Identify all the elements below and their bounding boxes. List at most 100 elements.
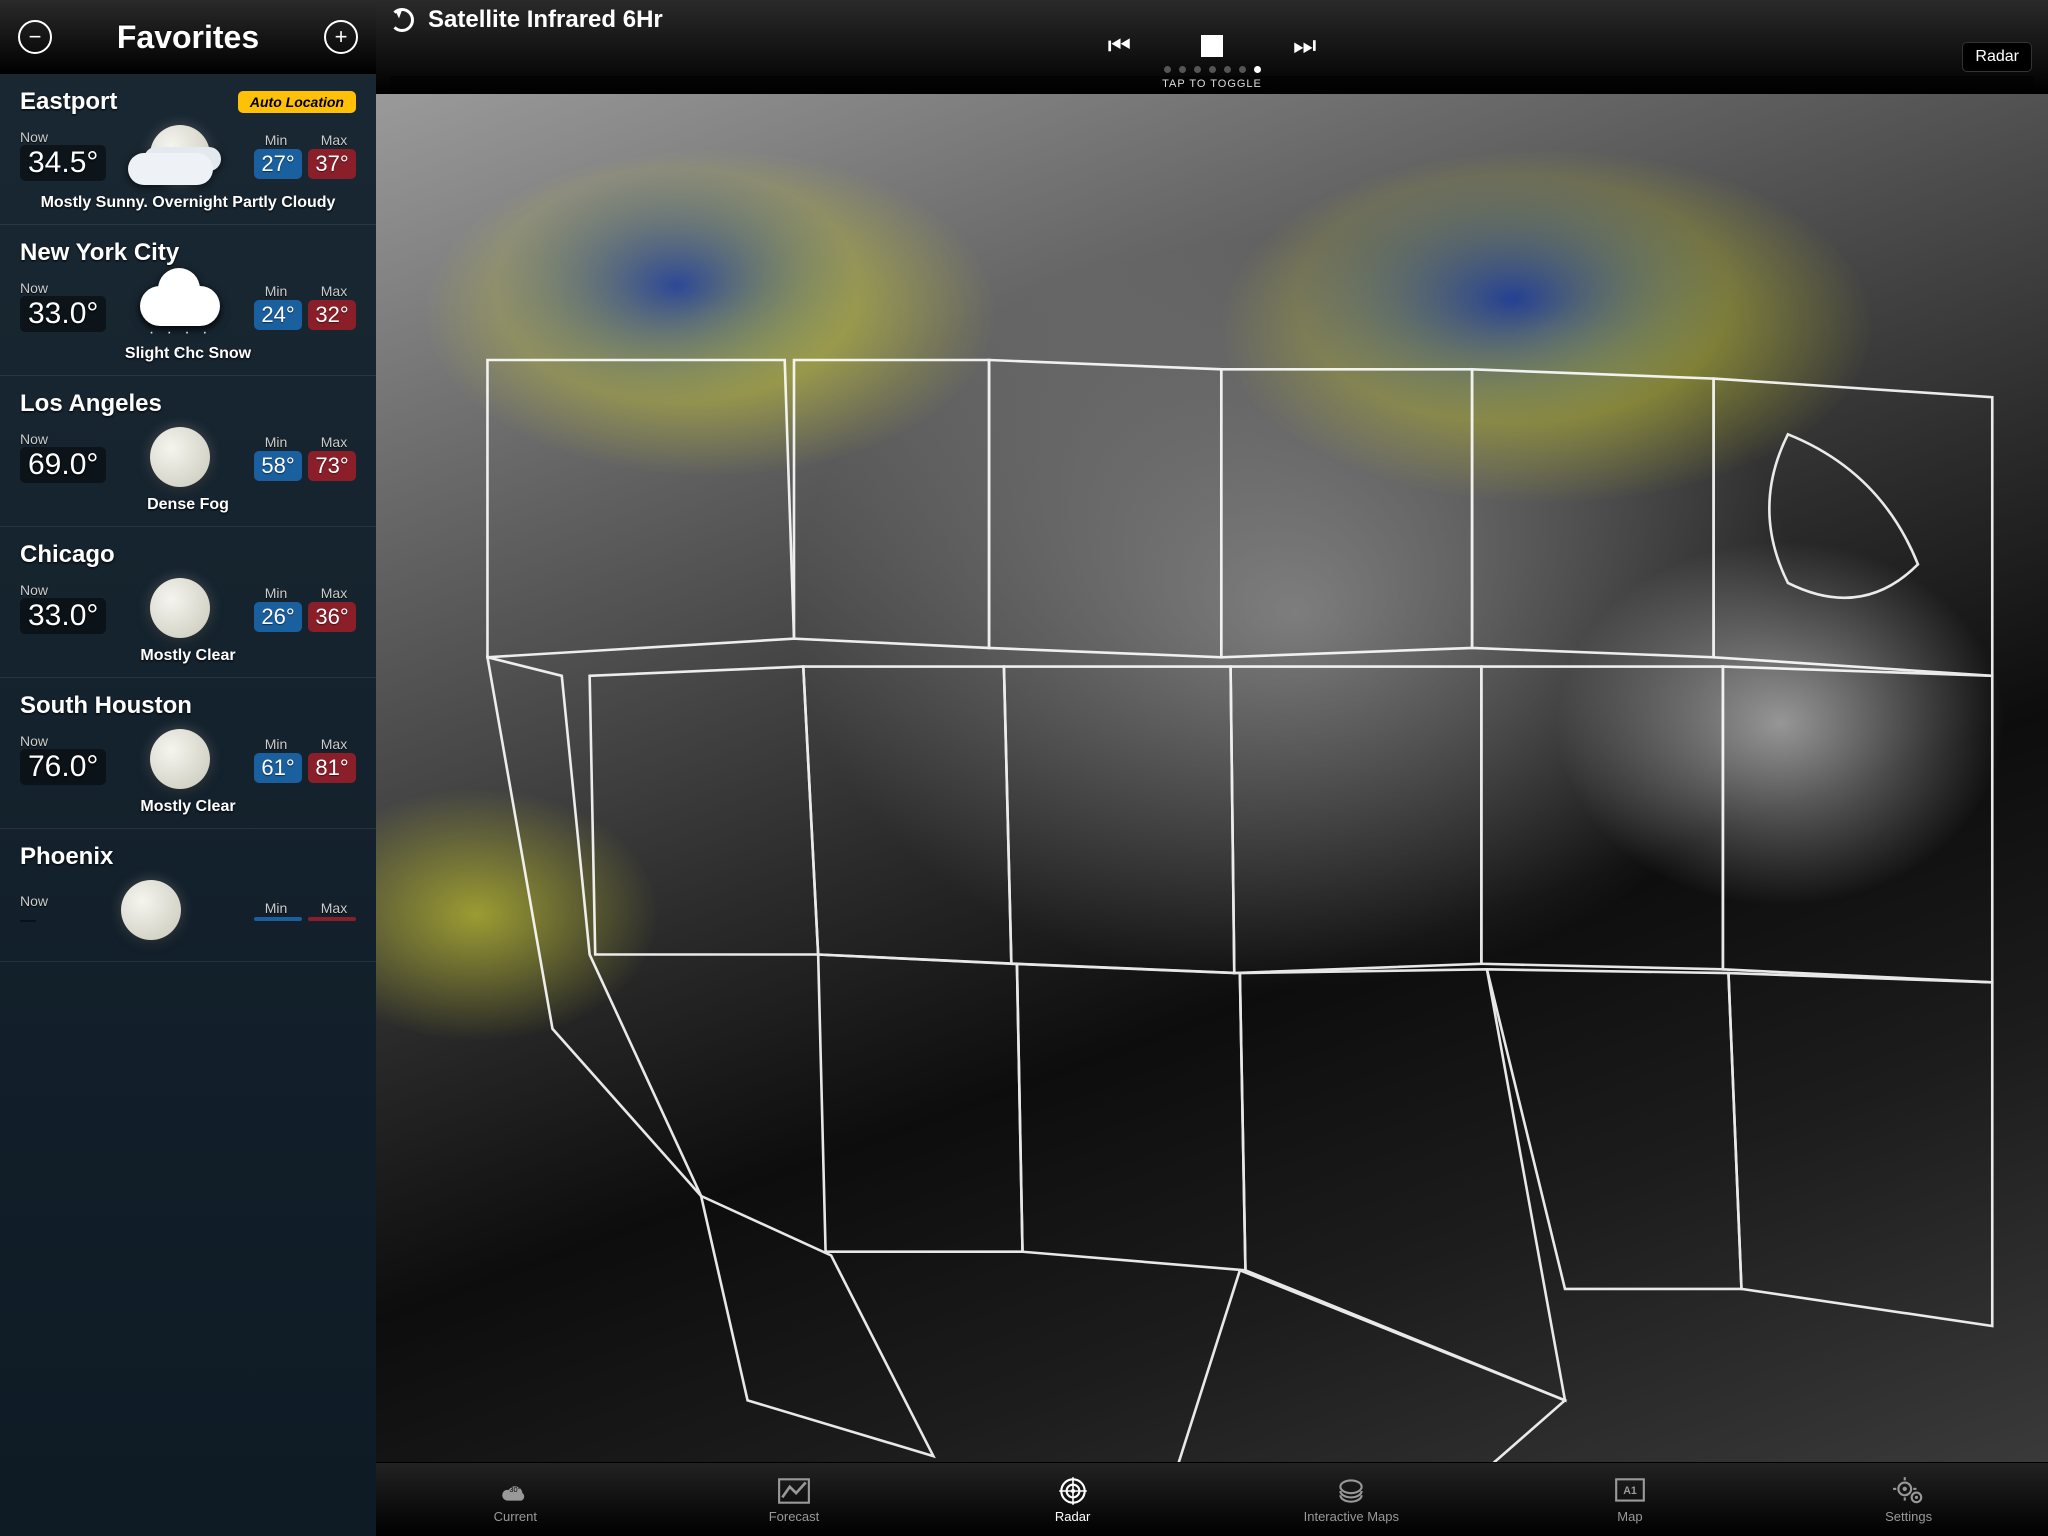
tab-radar[interactable]: Radar: [1013, 1476, 1133, 1524]
favorite-item[interactable]: Eastport Auto Location Now 34.5° Min Max …: [0, 74, 376, 225]
min-label: Min: [254, 900, 298, 916]
radar-topbar: Satellite Infrared 6Hr ⏮ ⏭ TAP TO TOGGLE: [376, 0, 2048, 94]
refresh-icon[interactable]: [390, 8, 414, 32]
now-temp: 34.5°: [20, 145, 106, 181]
cloud-temp-icon: 30°: [498, 1476, 532, 1506]
now-temp: 69.0°: [20, 447, 106, 483]
tab-label: Radar: [1055, 1509, 1090, 1524]
map-a1-icon: A1: [1613, 1476, 1647, 1506]
min-temp: [254, 917, 302, 921]
now-temp: 76.0°: [20, 749, 106, 785]
max-label: Max: [312, 900, 356, 916]
tab-label: Interactive Maps: [1304, 1509, 1399, 1524]
min-label: Min: [254, 132, 298, 148]
weather-icon: [133, 120, 228, 190]
gears-icon: [1892, 1476, 1926, 1506]
max-label: Max: [312, 585, 356, 601]
favorite-item[interactable]: Chicago Now 33.0° MinMax 26° 36° Mostly …: [0, 527, 376, 678]
location-name: Phoenix: [20, 843, 113, 871]
max-temp: 36°: [308, 602, 356, 632]
min-temp: 58°: [254, 451, 302, 481]
min-temp: 61°: [254, 753, 302, 783]
now-temp: 33.0°: [20, 296, 106, 332]
sidebar-header: Favorites: [0, 0, 376, 74]
now-label: Now: [20, 280, 106, 296]
location-name: South Houston: [20, 692, 192, 720]
now-temp: [20, 920, 36, 922]
now-block: Now 69.0°: [20, 431, 106, 483]
tab-interactive[interactable]: Interactive Maps: [1291, 1476, 1411, 1524]
add-favorite-button[interactable]: [324, 20, 358, 54]
now-label: Now: [20, 582, 106, 598]
globe-layers-icon: [1334, 1476, 1368, 1506]
satellite-map[interactable]: [376, 94, 2048, 1462]
location-name: Eastport: [20, 88, 117, 116]
max-temp: 37°: [308, 149, 356, 179]
favorite-item[interactable]: Phoenix Now Min Max: [0, 829, 376, 962]
playback-controls: ⏮ ⏭: [390, 30, 2034, 62]
weather-icon: [133, 724, 228, 794]
frame-dot[interactable]: [1194, 66, 1201, 73]
now-label: Now: [20, 431, 106, 447]
frame-dot[interactable]: [1224, 66, 1231, 73]
main-panel: Satellite Infrared 6Hr ⏮ ⏭ TAP TO TOGGLE…: [376, 0, 2048, 1536]
favorite-item[interactable]: New York City Now 33.0° MinMax 24° 32° S…: [0, 225, 376, 376]
tap-toggle-label[interactable]: TAP TO TOGGLE: [390, 76, 2034, 92]
tab-label: Map: [1617, 1509, 1642, 1524]
minmax-block: Min Max 27° 37°: [254, 132, 356, 179]
min-label: Min: [254, 585, 298, 601]
radar-title: Satellite Infrared 6Hr: [428, 6, 663, 34]
now-block: Now 33.0°: [20, 582, 106, 634]
now-temp: 33.0°: [20, 598, 106, 634]
next-frame-button[interactable]: ⏭: [1293, 30, 1316, 62]
favorite-item[interactable]: Los Angeles Now 69.0° MinMax 58° 73° Den…: [0, 376, 376, 527]
frame-dot[interactable]: [1209, 66, 1216, 73]
now-block: Now: [20, 893, 48, 927]
sidebar-title: Favorites: [117, 19, 259, 56]
tab-settings[interactable]: Settings: [1849, 1476, 1969, 1524]
radar-mode-button[interactable]: Radar: [1962, 42, 2032, 72]
max-temp: 32°: [308, 300, 356, 330]
min-temp: 27°: [254, 149, 302, 179]
tab-label: Forecast: [769, 1509, 820, 1524]
weather-icon: [133, 271, 228, 341]
min-label: Min: [254, 434, 298, 450]
location-name: New York City: [20, 239, 179, 267]
frame-dot[interactable]: [1239, 66, 1246, 73]
prev-frame-button[interactable]: ⏮: [1108, 30, 1131, 62]
frame-dot[interactable]: [1179, 66, 1186, 73]
max-label: Max: [312, 434, 356, 450]
tab-current[interactable]: 30° Current: [455, 1476, 575, 1524]
minmax-block: MinMax 24° 32°: [254, 283, 356, 330]
max-label: Max: [312, 132, 356, 148]
min-temp: 26°: [254, 602, 302, 632]
minmax-block: MinMax 58° 73°: [254, 434, 356, 481]
svg-text:30°: 30°: [510, 1485, 521, 1494]
max-temp: [308, 917, 356, 921]
favorites-list: Eastport Auto Location Now 34.5° MinMax …: [0, 74, 376, 1536]
favorite-item[interactable]: South Houston Now 76.0° MinMax 61° 81° M…: [0, 678, 376, 829]
weather-description: Mostly Clear: [20, 798, 356, 816]
svg-text:A1: A1: [1623, 1485, 1637, 1497]
now-label: Now: [20, 893, 48, 909]
tab-map[interactable]: A1 Map: [1570, 1476, 1690, 1524]
now-block: Now 33.0°: [20, 280, 106, 332]
minmax-block: Min Max 26° 36°: [254, 585, 356, 632]
frame-dot[interactable]: [1254, 66, 1261, 73]
remove-favorite-button[interactable]: [18, 20, 52, 54]
now-block: Now 76.0°: [20, 733, 106, 785]
now-label: Now: [20, 733, 106, 749]
max-temp: 81°: [308, 753, 356, 783]
state-borders-overlay: [376, 94, 2048, 1462]
frame-dot[interactable]: [1164, 66, 1171, 73]
minmax-block: MinMax 61° 81°: [254, 736, 356, 783]
auto-location-badge: Auto Location: [238, 91, 356, 113]
tab-forecast[interactable]: Forecast: [734, 1476, 854, 1524]
target-icon: [1056, 1476, 1090, 1506]
tab-label: Settings: [1885, 1509, 1932, 1524]
bottom-tab-bar: 30° Current Forecast Radar Interactive M…: [376, 1462, 2048, 1536]
max-label: Max: [312, 736, 356, 752]
stop-button[interactable]: [1201, 35, 1223, 57]
weather-icon: [133, 422, 228, 492]
now-block: Now 34.5°: [20, 129, 106, 181]
